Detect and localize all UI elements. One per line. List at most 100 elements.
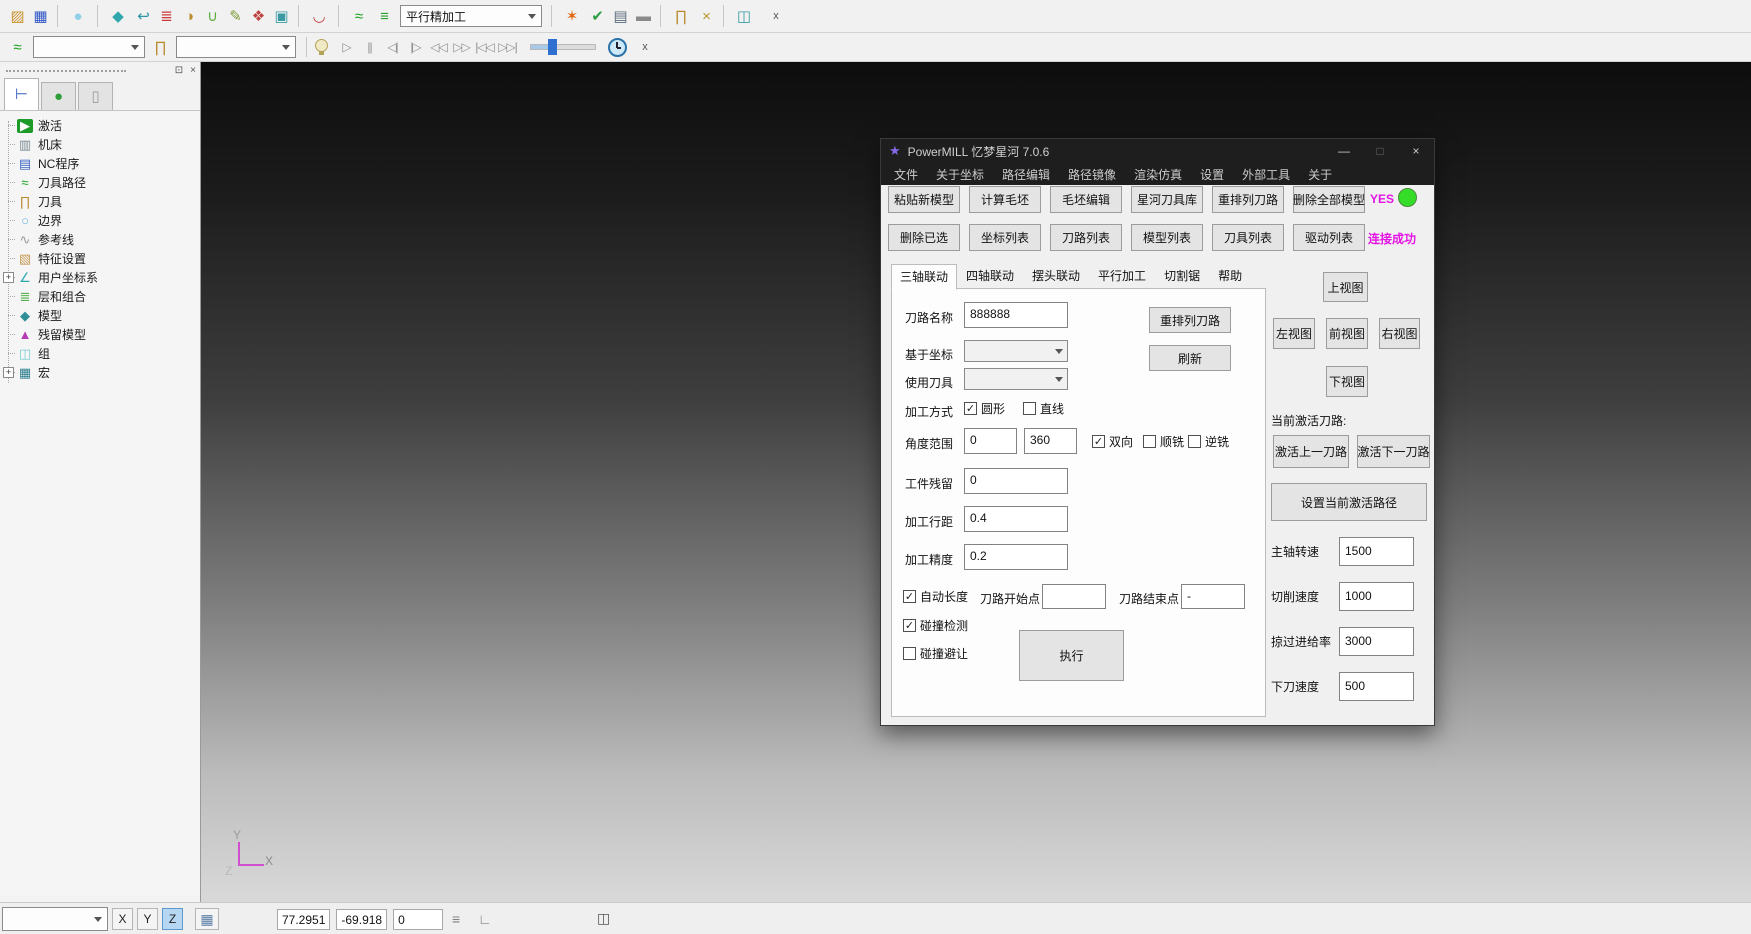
refresh-button[interactable]: 刷新 — [1149, 345, 1231, 371]
use-tool-combo[interactable] — [964, 368, 1068, 390]
angle-to-input[interactable]: 360 — [1024, 428, 1077, 454]
dialog-tab[interactable]: 切割锯 — [1155, 263, 1209, 289]
dialog-button[interactable]: 重排列刀路 — [1212, 186, 1284, 213]
dialog-tab[interactable]: 帮助 — [1209, 263, 1251, 289]
view-top-button[interactable]: 上视图 — [1323, 272, 1368, 302]
leads-links-icon[interactable]: ◡ — [298, 5, 333, 27]
dialog-tab[interactable]: 平行加工 — [1089, 263, 1155, 289]
open-project-icon[interactable]: ▨ — [6, 5, 29, 27]
dialog-titlebar[interactable]: ★ PowerMILL 忆梦星河 7.0.6 — □ × — [881, 139, 1434, 163]
recycle-bin-tab[interactable]: ▯ — [78, 82, 113, 110]
tree-item-pattern[interactable]: + ∿ 参考线 — [0, 230, 200, 249]
dialog-button[interactable]: 驱动列表 — [1293, 224, 1365, 251]
minimize-button[interactable]: — — [1326, 144, 1362, 158]
tree-item-machine[interactable]: + ▥ 机床 — [0, 135, 200, 154]
pattern-icon[interactable]: ✎ — [224, 5, 247, 27]
model-tool-icon[interactable]: ▣ — [270, 5, 293, 27]
coord-base-combo[interactable] — [964, 340, 1068, 362]
split-view-icon[interactable]: ◫ — [597, 910, 610, 927]
menu-item[interactable]: 路径编辑 — [993, 166, 1059, 183]
dialog-button[interactable]: 毛坯编辑 — [1050, 186, 1122, 213]
axis-toggle-button[interactable]: Y — [137, 908, 158, 930]
strategy-list-icon[interactable]: ≡ — [373, 5, 396, 27]
view-front-button[interactable]: 前视图 — [1326, 318, 1368, 349]
end-point-input[interactable]: - — [1181, 584, 1245, 609]
boundary-icon[interactable]: ∪ — [201, 5, 224, 27]
dialog-tab[interactable]: 三轴联动 — [891, 264, 957, 290]
clock-icon[interactable] — [608, 38, 627, 57]
dialog-button[interactable]: 刀路列表 — [1050, 224, 1122, 251]
collision-check-icon[interactable]: ✶ — [551, 5, 586, 27]
tree-item-workplane[interactable]: + ∠ 用户坐标系 — [0, 268, 200, 287]
save-project-icon[interactable]: ▦ — [29, 5, 52, 27]
tree-item-activate[interactable]: + ▶ 激活 — [0, 116, 200, 135]
maximize-button[interactable]: □ — [1362, 144, 1398, 158]
menu-item[interactable]: 关于坐标 — [927, 166, 993, 183]
toolpath-name-input[interactable]: 888888 — [964, 302, 1068, 328]
dialog-tab[interactable]: 摆头联动 — [1023, 263, 1089, 289]
tree-item-levels[interactable]: + ≣ 层和组合 — [0, 287, 200, 306]
panel-close-icon[interactable]: × — [190, 66, 196, 76]
angle-from-input[interactable]: 0 — [964, 428, 1017, 454]
print-icon[interactable]: ● — [57, 5, 92, 27]
start-point-input[interactable] — [1042, 584, 1106, 609]
tree-item-macro[interactable]: + ▦ 宏 — [0, 363, 200, 382]
view-left-button[interactable]: 左视图 — [1273, 318, 1315, 349]
fast-forward-button[interactable]: ▷▷ — [451, 37, 472, 57]
calculator-icon[interactable]: ▤ — [609, 5, 632, 27]
dialog-tab[interactable]: 四轴联动 — [957, 263, 1023, 289]
menu-item[interactable]: 渲染仿真 — [1125, 166, 1191, 183]
spindle-input[interactable]: 1000 — [1339, 582, 1414, 611]
zlevel-icon[interactable]: ≣ — [155, 5, 178, 27]
spindle-input[interactable]: 3000 — [1339, 627, 1414, 656]
coordinate-field[interactable]: -69.918 — [336, 909, 387, 930]
step-forward-button[interactable]: |▷ — [405, 37, 426, 57]
go-to-start-button[interactable]: |◁◁ — [474, 37, 495, 57]
simulation-speed-slider[interactable] — [530, 44, 596, 50]
workplane-axes-icon[interactable]: ∟ — [478, 911, 492, 927]
coordinate-field[interactable]: 77.2951 — [277, 909, 330, 930]
dialog-button[interactable]: 粘贴新模型 — [888, 186, 960, 213]
view-bottom-button[interactable]: 下视图 — [1326, 366, 1368, 397]
expand-icon[interactable]: + — [3, 272, 14, 283]
panel-float-icon[interactable]: ⊡ — [175, 66, 183, 76]
collision-avoid-checkbox[interactable]: 碰撞避让 — [903, 645, 968, 662]
step-back-button[interactable]: ◁| — [382, 37, 403, 57]
dialog-button[interactable]: 模型列表 — [1131, 224, 1203, 251]
compare-cylinders-icon[interactable]: ◫ — [723, 5, 758, 27]
ball-tool-icon[interactable]: ◑ — [178, 5, 201, 27]
auto-length-checkbox[interactable]: 自动长度 — [903, 588, 968, 605]
tree-item-boundary[interactable]: + ○ 边界 — [0, 211, 200, 230]
climb-mill-checkbox[interactable]: 顺铣 — [1143, 433, 1184, 450]
grid-button[interactable]: ▦ — [195, 908, 219, 930]
collision-detect-checkbox[interactable]: 碰撞检测 — [903, 617, 968, 634]
conventional-mill-checkbox[interactable]: 逆铣 — [1188, 433, 1229, 450]
menu-item[interactable]: 路径镜像 — [1059, 166, 1125, 183]
bidirectional-checkbox[interactable]: 双向 — [1092, 433, 1133, 450]
ruler-icon[interactable]: ▬ — [632, 5, 655, 27]
axis-toggle-button[interactable]: Z — [162, 908, 183, 930]
line-checkbox[interactable]: 直线 — [1023, 400, 1064, 417]
execute-button[interactable]: 执行 — [1019, 630, 1124, 681]
tree-item-tool[interactable]: + ∏ 刀具 — [0, 192, 200, 211]
close-button[interactable]: × — [1398, 144, 1434, 158]
menu-item[interactable]: 文件 — [885, 166, 927, 183]
panel-grip[interactable]: ⊡ × — [0, 62, 200, 78]
stepover-input[interactable]: 0.4 — [964, 506, 1068, 532]
sim-toolbar-close-button[interactable]: x — [637, 41, 653, 53]
tree-item-toolpath[interactable]: + ≈ 刀具路径 — [0, 173, 200, 192]
status-combo[interactable] — [2, 907, 108, 931]
view-right-button[interactable]: 右视图 — [1379, 318, 1420, 349]
strategy-combo[interactable]: 平行精加工 — [400, 5, 542, 27]
point-list-icon[interactable]: ≡ — [452, 911, 460, 927]
block-icon[interactable]: ◆ — [97, 5, 132, 27]
axis-toggle-button[interactable]: X — [112, 908, 133, 930]
tree-item-stock-model[interactable]: + ▲ 残留模型 — [0, 325, 200, 344]
tool-combo[interactable] — [176, 36, 296, 58]
activate-next-toolpath-button[interactable]: 激活下一刀路 — [1357, 435, 1430, 468]
go-to-end-button[interactable]: ▷▷| — [497, 37, 518, 57]
dialog-button[interactable]: 计算毛坯 — [969, 186, 1041, 213]
dialog-button[interactable]: 坐标列表 — [969, 224, 1041, 251]
tree-item-feature-set[interactable]: + ▧ 特征设置 — [0, 249, 200, 268]
tree-item-model[interactable]: + ◆ 模型 — [0, 306, 200, 325]
